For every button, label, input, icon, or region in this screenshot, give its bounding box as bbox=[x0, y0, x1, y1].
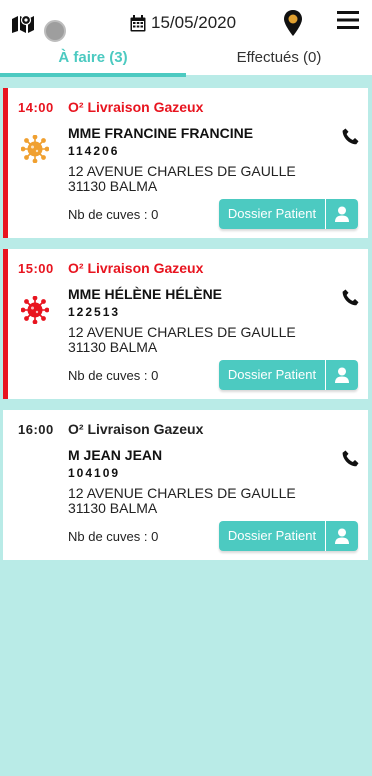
address-street: 12 AVENUE CHARLES DE GAULLE bbox=[68, 163, 296, 179]
user-icon bbox=[335, 528, 349, 544]
patient-file-button[interactable]: Dossier Patient bbox=[219, 521, 358, 551]
patient-file-icon-box bbox=[325, 199, 358, 229]
delivery-tabs: À faire (3) Effectués (0) bbox=[0, 44, 372, 77]
patient-file-label: Dossier Patient bbox=[219, 521, 325, 551]
patient-file-button[interactable]: Dossier Patient bbox=[219, 360, 358, 390]
delivery-card[interactable]: 15:00 O² Livraison Gazeux MME HÉLÈNE HÉL… bbox=[3, 249, 368, 399]
hamburger-menu-icon[interactable] bbox=[337, 11, 359, 29]
delivery-title: O² Livraison Gazeux bbox=[68, 260, 204, 276]
sync-status-indicator bbox=[44, 20, 66, 42]
tank-count: Nb de cuves : 0 bbox=[68, 368, 159, 383]
user-icon bbox=[335, 206, 349, 222]
patient-file-button[interactable]: Dossier Patient bbox=[219, 199, 358, 229]
virus-red-icon bbox=[21, 296, 49, 324]
patient-name: MME FRANCINE FRANCINE bbox=[68, 125, 254, 141]
tab-done[interactable]: Effectués (0) bbox=[186, 44, 372, 75]
phone-icon[interactable] bbox=[342, 450, 359, 467]
location-pin-icon[interactable] bbox=[283, 10, 303, 36]
address-city: 31130 BALMA bbox=[68, 178, 158, 194]
address-city: 31130 BALMA bbox=[68, 500, 158, 516]
patient-file-icon-box bbox=[325, 521, 358, 551]
patient-name: MME HÉLÈNE HÉLÈNE bbox=[68, 286, 223, 302]
tank-count: Nb de cuves : 0 bbox=[68, 529, 159, 544]
phone-icon[interactable] bbox=[342, 289, 359, 306]
top-bar: 15/05/2020 bbox=[0, 0, 372, 44]
address-street: 12 AVENUE CHARLES DE GAULLE bbox=[68, 485, 296, 501]
delivery-card[interactable]: 14:00 O² Livraison Gazeux MME FRANCINE F… bbox=[3, 88, 368, 238]
patient-file-icon-box bbox=[325, 360, 358, 390]
delivery-title: O² Livraison Gazeux bbox=[68, 421, 204, 437]
phone-icon[interactable] bbox=[342, 128, 359, 145]
calendar-icon bbox=[130, 14, 146, 31]
address-city: 31130 BALMA bbox=[68, 339, 158, 355]
current-date: 15/05/2020 bbox=[151, 13, 237, 32]
patient-name: M JEAN JEAN bbox=[68, 447, 163, 463]
user-icon bbox=[335, 367, 349, 383]
virus-orange-icon bbox=[21, 135, 49, 163]
delivery-list: 14:00 O² Livraison Gazeux MME FRANCINE F… bbox=[0, 77, 372, 776]
patient-code: 104109 bbox=[68, 466, 121, 480]
delivery-time: 15:00 bbox=[18, 261, 54, 276]
tab-todo[interactable]: À faire (3) bbox=[0, 44, 186, 77]
patient-file-label: Dossier Patient bbox=[219, 199, 325, 229]
patient-code: 114206 bbox=[68, 144, 120, 158]
map-marker-icon[interactable] bbox=[11, 14, 35, 34]
tank-count: Nb de cuves : 0 bbox=[68, 207, 159, 222]
patient-code: 122513 bbox=[68, 305, 121, 319]
patient-file-label: Dossier Patient bbox=[219, 360, 325, 390]
delivery-time: 14:00 bbox=[18, 100, 54, 115]
delivery-card[interactable]: 16:00 O² Livraison Gazeux M JEAN JEAN 10… bbox=[3, 410, 368, 560]
date-selector[interactable]: 15/05/2020 bbox=[130, 12, 236, 34]
delivery-title: O² Livraison Gazeux bbox=[68, 99, 204, 115]
address-street: 12 AVENUE CHARLES DE GAULLE bbox=[68, 324, 296, 340]
delivery-time: 16:00 bbox=[18, 422, 54, 437]
